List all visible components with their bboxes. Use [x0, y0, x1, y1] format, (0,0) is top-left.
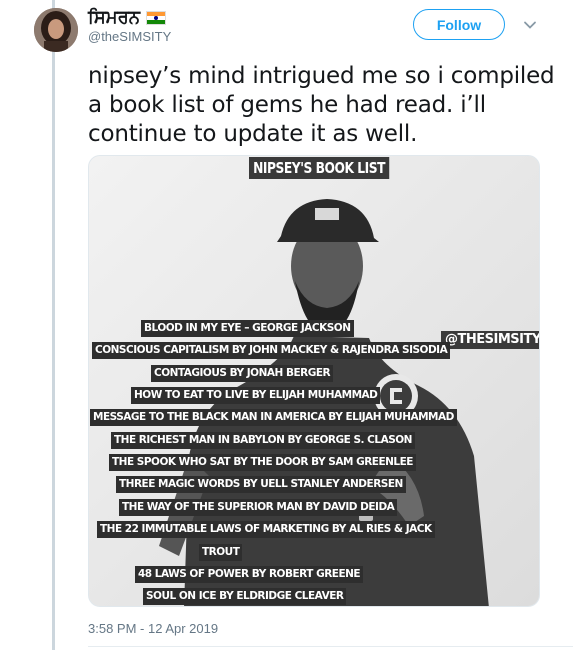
divider — [88, 646, 573, 647]
book-item: THREE MAGIC WORDS BY UELL STANLEY ANDERS… — [116, 476, 406, 493]
book-item: TROUT — [199, 544, 243, 561]
author-name-row[interactable]: ਸਿਮਰਨ — [88, 7, 167, 28]
author-display-name[interactable]: ਸਿਮਰਨ — [88, 7, 140, 28]
book-item: BLOOD IN MY EYE – GEORGE JACKSON — [141, 320, 354, 337]
book-item: THE WAY OF THE SUPERIOR MAN BY DAVID DEI… — [119, 499, 398, 516]
tweet-text: nipsey’s mind intrigued me so i compiled… — [88, 63, 555, 147]
chevron-down-icon[interactable] — [523, 18, 537, 32]
tweet-timestamp[interactable]: 3:58 PM - 12 Apr 2019 — [88, 621, 218, 636]
avatar-image — [34, 8, 78, 52]
book-item: THE RICHEST MAN IN BABYLON BY GEORGE S. … — [111, 432, 415, 449]
book-list: BLOOD IN MY EYE – GEORGE JACKSON CONSCIO… — [89, 156, 539, 606]
book-item: CONSCIOUS CAPITALISM BY JOHN MACKEY & RA… — [92, 342, 451, 359]
avatar[interactable] — [34, 8, 78, 52]
book-item: 48 LAWS OF POWER BY ROBERT GREENE — [135, 566, 364, 583]
india-flag-icon — [146, 10, 167, 25]
author-handle[interactable]: @theSIMSITY — [88, 29, 171, 44]
follow-button[interactable]: Follow — [413, 9, 505, 40]
book-item: SOUL ON ICE BY ELDRIDGE CLEAVER — [143, 588, 347, 605]
book-item: THE SPOOK WHO SAT BY THE DOOR BY SAM GRE… — [109, 454, 416, 471]
tweet-image[interactable]: NIPSEY'S BOOK LIST @THESIMSITY BLOOD IN … — [88, 155, 540, 607]
book-item: CONTAGIOUS BY JONAH BERGER — [151, 365, 334, 382]
book-item: HOW TO EAT TO LIVE BY ELIJAH MUHAMMAD — [131, 387, 381, 404]
book-item: MESSAGE TO THE BLACK MAN IN AMERICA BY E… — [90, 409, 457, 426]
thread-line — [52, 0, 55, 650]
book-item: THE 22 IMMUTABLE LAWS OF MARKETING BY AL… — [97, 521, 435, 538]
